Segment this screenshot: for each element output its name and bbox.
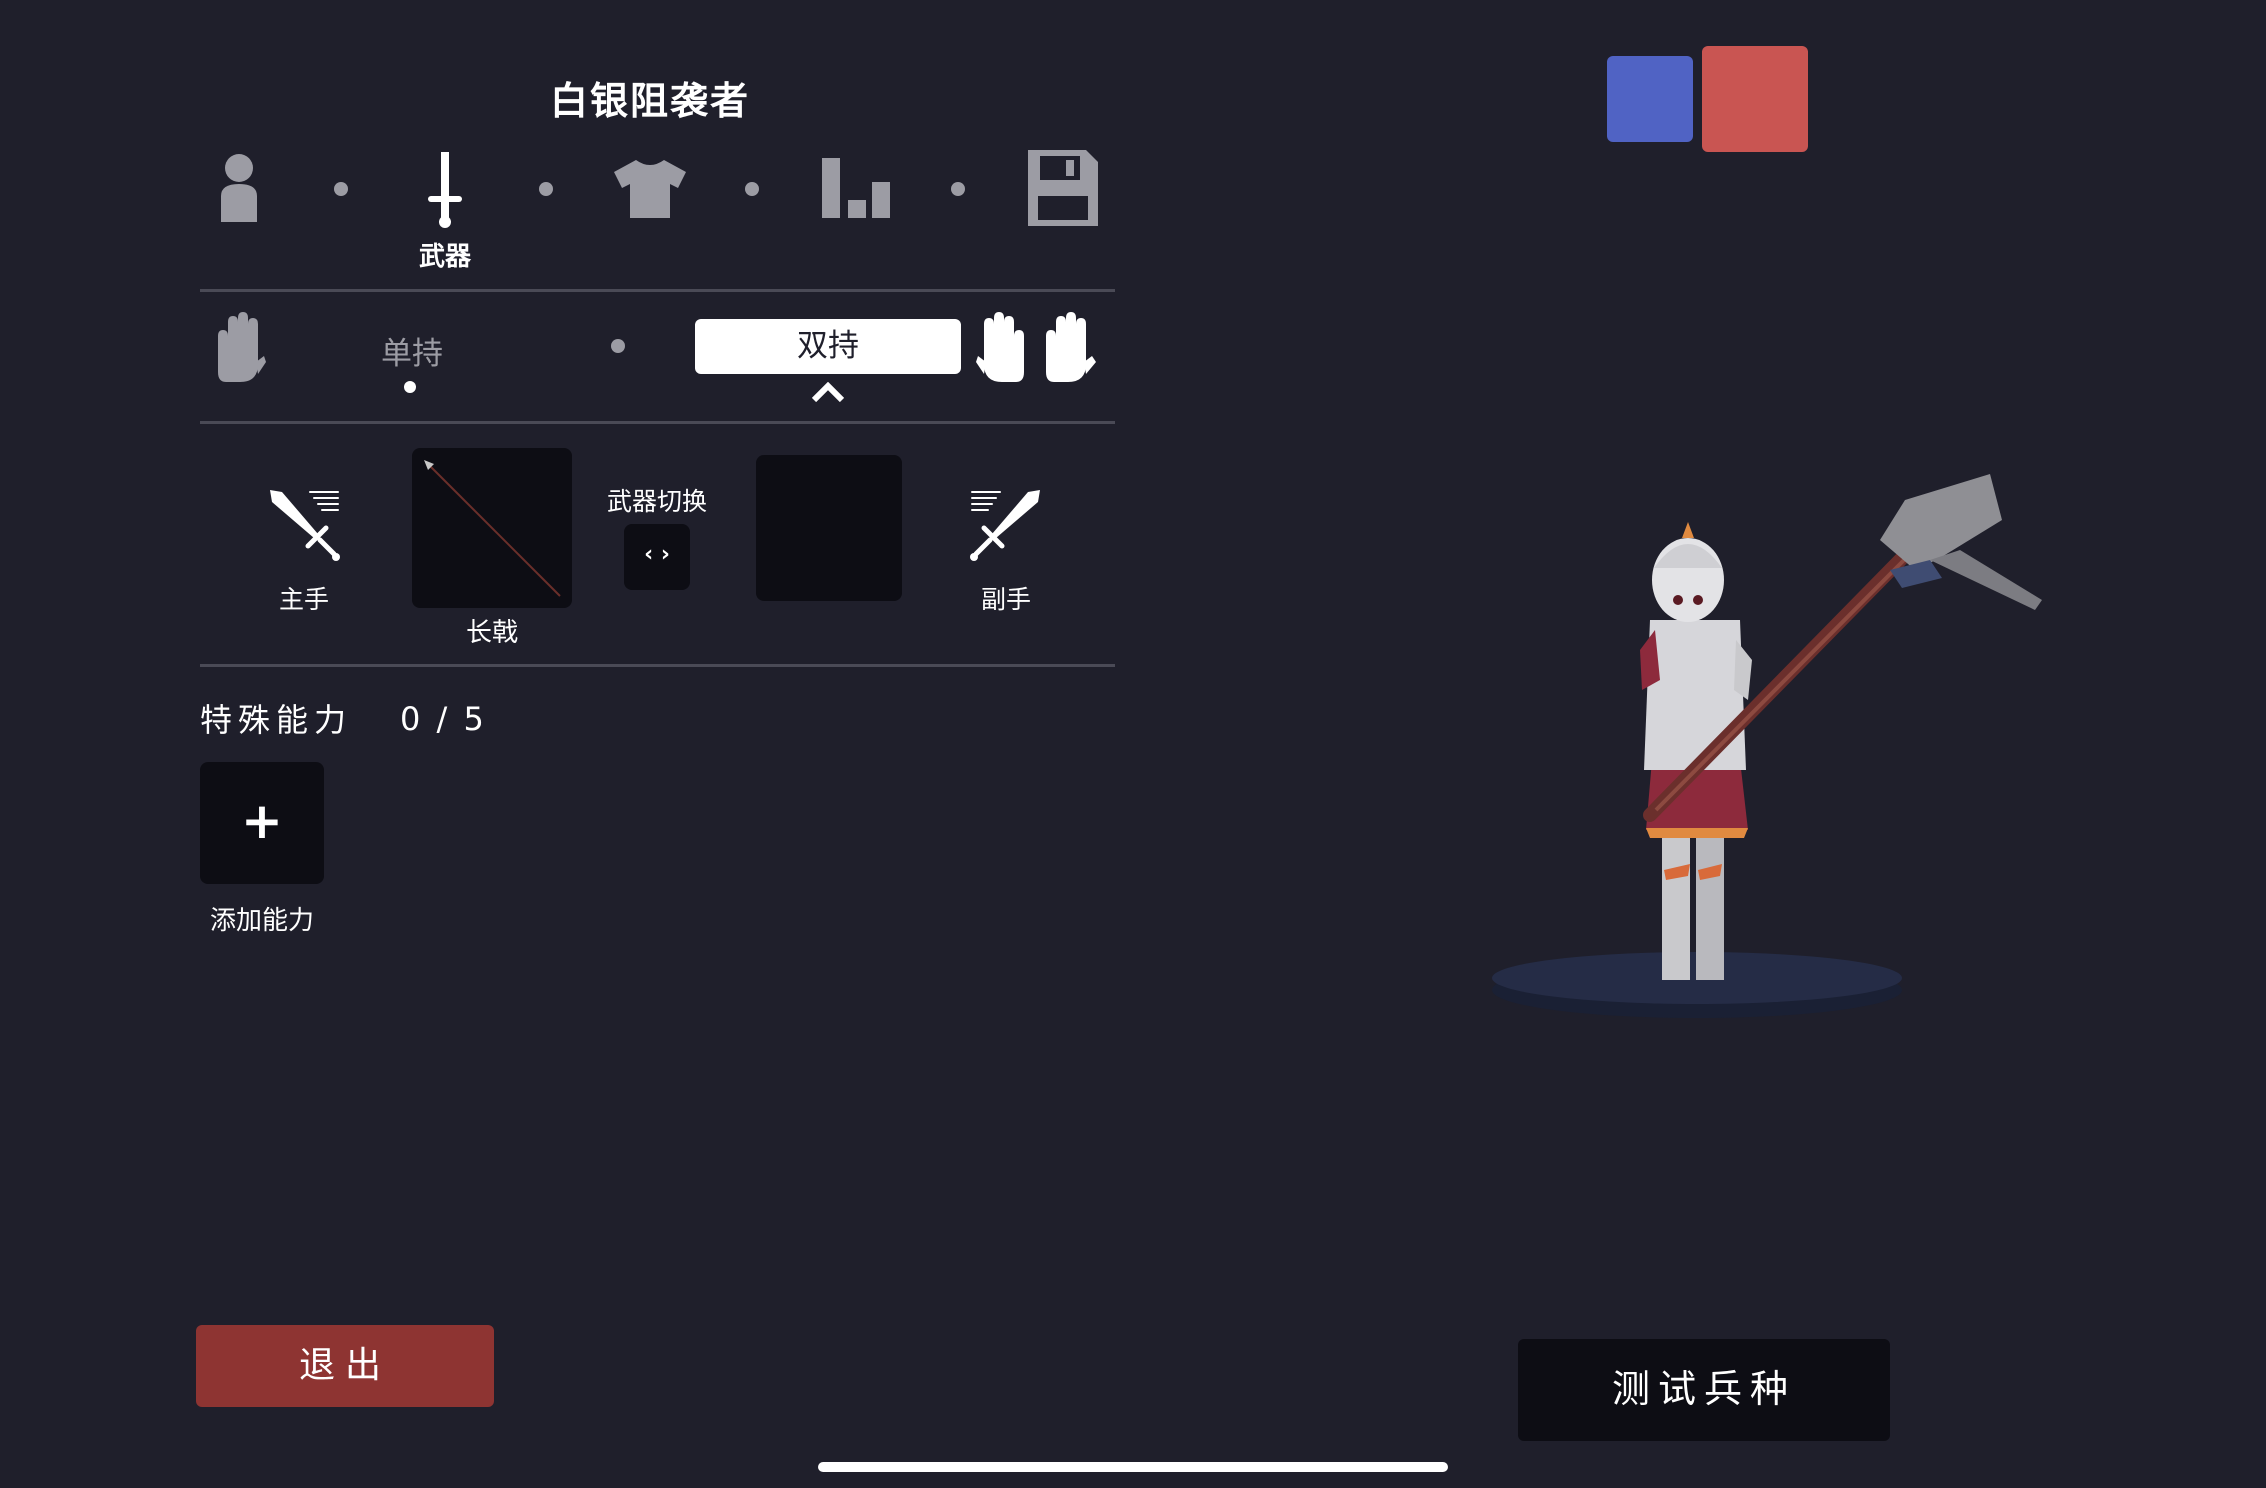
exit-button[interactable]: 退出 [196, 1325, 494, 1407]
tab-separator-dot [745, 182, 759, 196]
add-ability-button[interactable]: + [200, 762, 324, 884]
single-hand-icon [218, 312, 266, 382]
tab-separator-dot [334, 182, 348, 196]
divider [200, 421, 1115, 424]
two-hands-toggle[interactable] [976, 312, 1096, 384]
stats-icon [822, 158, 890, 218]
tab-save[interactable] [1028, 150, 1098, 226]
unit-preview-model[interactable] [1490, 460, 2050, 1030]
tab-separator-dot [951, 182, 965, 196]
main-hand-icon [268, 488, 340, 564]
grip-separator-dot [611, 339, 625, 353]
main-weapon-name: 长戟 [465, 618, 518, 648]
tab-weapon[interactable] [420, 150, 470, 230]
weapon-switch-label: 武器切换 [606, 487, 707, 516]
unit-name-title: 白银阻袭者 [550, 79, 751, 123]
main-hand-label: 主手 [278, 585, 329, 614]
abilities-counter: 0 / 5 [400, 700, 487, 738]
chevron-up-icon [811, 381, 845, 403]
tab-clothing[interactable] [612, 158, 688, 220]
sword-icon [428, 152, 462, 228]
add-ability-label: 添加能力 [209, 906, 314, 936]
home-indicator[interactable] [818, 1462, 1448, 1472]
switch-arrows-icon: ‹ › [644, 542, 670, 567]
off-hand-label: 副手 [980, 585, 1031, 614]
two-hands-icon [976, 312, 1096, 382]
one-handed-option[interactable]: 单持 [352, 328, 472, 373]
one-handed-indicator-dot [404, 381, 416, 393]
team-blue-swatch[interactable] [1607, 56, 1693, 142]
tab-stats[interactable] [822, 158, 892, 220]
halberd-icon [424, 460, 561, 597]
save-icon [1028, 150, 1098, 226]
tab-person[interactable] [218, 152, 260, 224]
test-unit-button[interactable]: 测试兵种 [1518, 1339, 1890, 1441]
team-red-swatch[interactable] [1702, 46, 1808, 152]
plus-icon: + [241, 792, 283, 850]
weapon-switch-button[interactable]: ‹ › [624, 524, 690, 590]
tab-weapon-label: 武器 [418, 242, 471, 272]
two-handed-option[interactable]: 双持 [695, 319, 961, 374]
special-abilities-title: 特殊能力 [200, 701, 353, 739]
off-hand-weapon-slot[interactable] [756, 455, 902, 601]
one-hand-toggle[interactable] [212, 312, 266, 384]
shirt-icon [614, 160, 686, 218]
divider [200, 289, 1115, 292]
person-icon [221, 154, 257, 222]
main-hand-weapon-slot[interactable] [412, 448, 572, 608]
divider [200, 664, 1115, 667]
off-hand-icon [970, 488, 1042, 564]
tab-separator-dot [539, 182, 553, 196]
